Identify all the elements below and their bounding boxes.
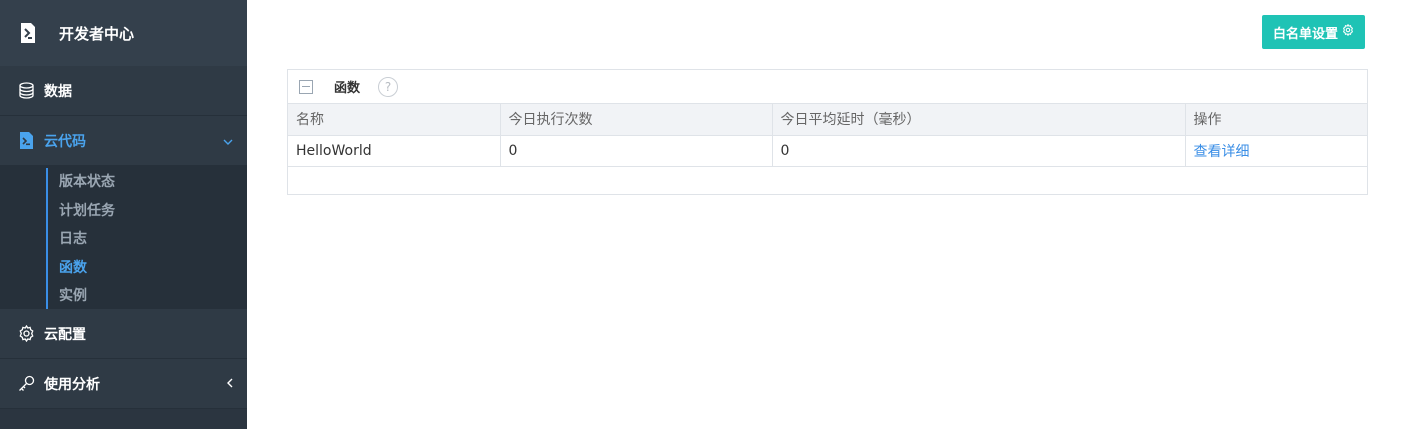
sidebar-subitem-functions[interactable]: 函数	[0, 254, 247, 283]
sidebar-item-label: 云配置	[44, 326, 86, 343]
cell-avg-latency: 0	[772, 135, 1186, 167]
sidebar-subitem-instances[interactable]: 实例	[0, 282, 247, 311]
sidebar-item-usage-analysis[interactable]: 使用分析	[0, 359, 247, 409]
panel-title: 函数	[334, 81, 361, 96]
column-header-name: 名称	[288, 104, 501, 136]
sidebar-item-cloud-config[interactable]: 云配置	[0, 309, 247, 359]
whitelist-settings-button[interactable]: 白名单设置	[1262, 15, 1365, 49]
functions-table: 名称 今日执行次数 今日平均延时（毫秒） 操作 HelloWorld 0 0 查…	[288, 104, 1367, 167]
database-icon	[18, 82, 35, 99]
column-header-count: 今日执行次数	[500, 104, 773, 136]
sidebar-subitem-logs[interactable]: 日志	[0, 225, 247, 254]
table-row: HelloWorld 0 0 查看详细	[288, 135, 1367, 167]
chevron-left-icon	[227, 377, 233, 391]
sidebar-item-label: 云代码	[44, 133, 86, 150]
table-header-row: 名称 今日执行次数 今日平均延时（毫秒） 操作	[288, 104, 1367, 136]
cloud-code-submenu: 版本状态 计划任务 日志 函数 实例	[0, 166, 247, 309]
column-header-action: 操作	[1185, 104, 1367, 136]
cloud-code-icon	[18, 132, 35, 149]
sidebar-item-label: 使用分析	[44, 376, 100, 393]
collapse-icon[interactable]	[299, 79, 313, 94]
sidebar-subitem-version-status[interactable]: 版本状态	[0, 168, 247, 197]
sidebar-subitem-scheduled-tasks[interactable]: 计划任务	[0, 197, 247, 226]
key-icon	[18, 375, 35, 392]
brand-title: 开发者中心	[59, 24, 135, 43]
sidebar-item-label: 数据	[44, 83, 72, 100]
cell-function-name: HelloWorld	[288, 135, 501, 167]
help-icon[interactable]: ?	[378, 76, 399, 97]
sidebar: 开发者中心 数据 云代码 版本状态 计划任务 日志 函数 实例 云配置 使用分析	[0, 0, 247, 429]
gear-icon	[18, 325, 35, 342]
functions-panel: 函数 ? 名称 今日执行次数 今日平均延时（毫秒） 操作 HelloWorld …	[287, 69, 1368, 195]
chevron-down-icon	[223, 134, 233, 148]
developer-logo-icon	[18, 22, 38, 44]
whitelist-button-label: 白名单设置	[1272, 26, 1338, 42]
column-header-latency: 今日平均延时（毫秒）	[772, 104, 1186, 136]
sidebar-item-cloud-code[interactable]: 云代码	[0, 116, 247, 166]
main-content: 白名单设置 函数 ? 名称 今日执行次数 今日平均延时（毫秒） 操作 Hello…	[247, 0, 1406, 429]
submenu-indicator-line	[46, 168, 48, 309]
view-details-link[interactable]: 查看详细	[1194, 144, 1250, 160]
panel-header: 函数 ?	[288, 70, 1367, 104]
gear-icon	[1338, 23, 1354, 40]
sidebar-item-data[interactable]: 数据	[0, 66, 247, 116]
sidebar-brand[interactable]: 开发者中心	[0, 0, 247, 66]
cell-exec-count: 0	[500, 135, 773, 167]
